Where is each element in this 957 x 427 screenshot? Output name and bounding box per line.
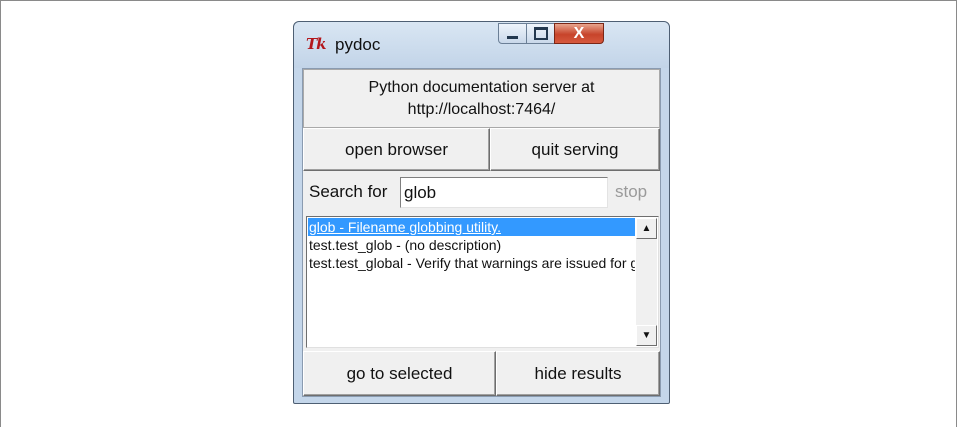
results-listbox[interactable]: glob - Filename globbing utility. test.te… xyxy=(306,216,659,348)
result-item-selected[interactable]: glob - Filename globbing utility. xyxy=(308,218,635,236)
search-label: Search for xyxy=(309,182,388,201)
result-item[interactable]: test.test_glob - (no description) xyxy=(308,236,635,254)
arrow-up-icon: ▲ xyxy=(641,223,652,234)
scroll-down-button[interactable]: ▼ xyxy=(636,325,657,346)
window-title: pydoc xyxy=(335,35,381,54)
result-item[interactable]: test.test_global - Verify that warnings … xyxy=(308,254,635,272)
scroll-up-button[interactable]: ▲ xyxy=(636,218,657,239)
server-status-line-1: Python documentation server at xyxy=(368,79,595,96)
screenshot-border-top xyxy=(0,0,957,1)
hide-results-button[interactable]: hide results xyxy=(496,351,660,396)
arrow-down-icon: ▼ xyxy=(641,330,652,341)
results-list: glob - Filename globbing utility. test.te… xyxy=(308,218,635,346)
server-status-label: Python documentation server at http://lo… xyxy=(303,69,660,128)
minimize-icon xyxy=(507,36,518,39)
quit-serving-button[interactable]: quit serving xyxy=(490,128,660,171)
close-button[interactable]: X xyxy=(554,23,604,44)
pydoc-window: Tk pydoc X Python documentation server a… xyxy=(293,21,670,404)
results-scrollbar[interactable]: ▲ ▼ xyxy=(636,218,657,346)
client-area: Python documentation server at http://lo… xyxy=(302,68,661,397)
stop-button[interactable]: stop xyxy=(615,182,647,202)
minimize-button[interactable] xyxy=(498,23,527,44)
title-bar[interactable]: Tk pydoc X xyxy=(294,22,669,68)
close-icon: X xyxy=(573,24,585,42)
tk-feather-icon: Tk xyxy=(306,35,327,53)
search-input[interactable]: glob xyxy=(400,177,608,208)
screenshot-border-left xyxy=(0,0,1,427)
maximize-icon xyxy=(533,27,548,40)
maximize-button[interactable] xyxy=(526,23,555,44)
go-to-selected-button[interactable]: go to selected xyxy=(303,351,496,396)
search-row: Search for glob stop xyxy=(303,172,660,213)
server-url: http://localhost:7464/ xyxy=(407,101,556,118)
open-browser-button[interactable]: open browser xyxy=(303,128,490,171)
